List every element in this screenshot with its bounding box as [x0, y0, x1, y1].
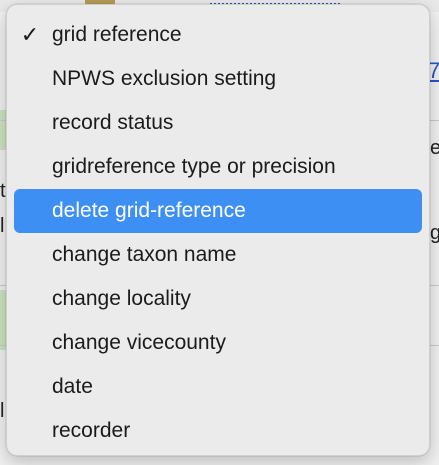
menu-item-date[interactable]: date [14, 365, 422, 409]
background-text-fragment: g [430, 222, 439, 244]
menu-item-label: grid reference [52, 23, 182, 46]
menu-item-change-vicecounty[interactable]: change vicecounty [14, 321, 422, 365]
menu-item-delete-grid-reference[interactable]: delete grid-reference [14, 189, 422, 233]
menu-item-label: change locality [52, 287, 191, 310]
menu-item-npws-exclusion-setting[interactable]: NPWS exclusion setting [14, 57, 422, 101]
menu-item-recorder[interactable]: recorder [14, 409, 422, 453]
menu-item-label: date [52, 375, 93, 398]
background-text-fragment: t [0, 180, 6, 202]
menu-item-label: change taxon name [52, 243, 237, 266]
menu-item-label: gridreference type or precision [52, 155, 336, 178]
menu-item-gridreference-type-or-precision[interactable]: gridreference type or precision [14, 145, 422, 189]
background-text-fragment: l [0, 215, 5, 237]
menu-item-label: NPWS exclusion setting [52, 67, 277, 90]
menu-item-label: change vicecounty [52, 331, 226, 354]
menu-item-record-status[interactable]: record status [14, 101, 422, 145]
menu-item-change-locality[interactable]: change locality [14, 277, 422, 321]
menu-item-label: record status [52, 111, 174, 134]
background-text-fragment: e [430, 137, 439, 159]
background-text-fragment: l [0, 400, 5, 422]
menu-item-grid-reference[interactable]: ✓ grid reference [14, 13, 422, 57]
checkmark-icon: ✓ [20, 22, 40, 48]
menu-item-label: recorder [52, 419, 131, 442]
menu-item-change-taxon-name[interactable]: change taxon name [14, 233, 422, 277]
menu-item-label: delete grid-reference [52, 199, 246, 222]
screen: 7 e g t l l ✓ grid reference NPWS exclus… [0, 0, 439, 465]
field-select-popup-menu: ✓ grid reference NPWS exclusion setting … [6, 4, 430, 456]
